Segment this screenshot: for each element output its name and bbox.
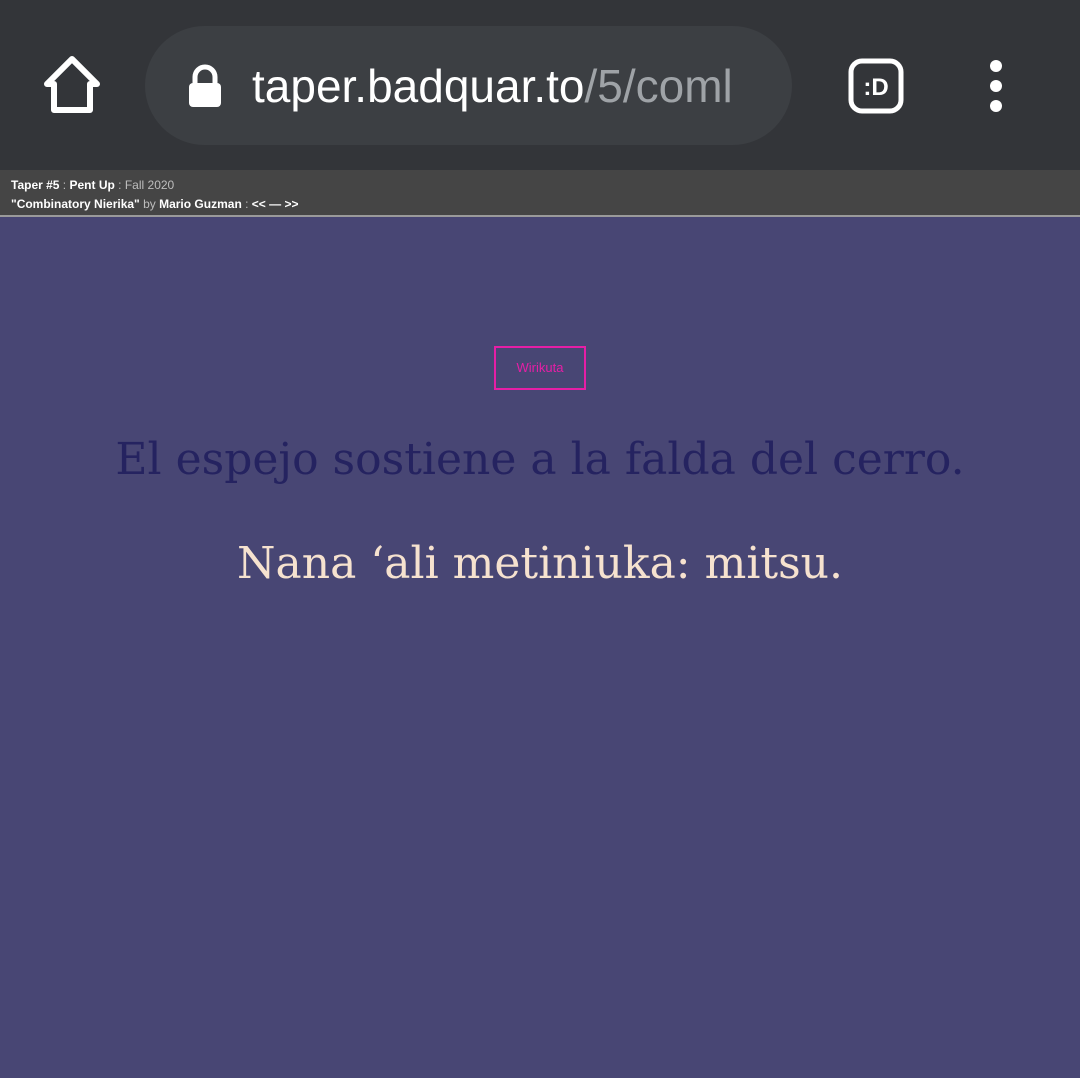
separator: : bbox=[59, 178, 70, 192]
home-icon bbox=[44, 56, 100, 113]
issue-info-bar: Taper #5 : Pent Up : Fall 2020 "Combinat… bbox=[0, 170, 1080, 217]
extension-icon: :D bbox=[848, 58, 904, 114]
by-text: by bbox=[139, 197, 160, 211]
url-path: /5/coml bbox=[584, 60, 733, 112]
issue-line: Taper #5 : Pent Up : Fall 2020 bbox=[11, 176, 1080, 195]
poem-page: Wirikuta El espejo sostiene a la falda d… bbox=[0, 217, 1080, 1078]
more-vert-icon bbox=[990, 60, 1002, 112]
address-bar[interactable]: taper.badquar.to/5/coml bbox=[145, 26, 792, 145]
home-button[interactable] bbox=[40, 52, 104, 118]
wirikuta-tag-button[interactable]: Wirikuta bbox=[494, 346, 586, 390]
lock-icon bbox=[189, 64, 221, 107]
separator: : bbox=[114, 178, 125, 192]
browser-toolbar: taper.badquar.to/5/coml :D bbox=[0, 0, 1080, 170]
poem-line-spanish: El espejo sostiene a la falda del cerro. bbox=[115, 434, 965, 485]
work-title: "Combinatory Nierika" bbox=[11, 197, 140, 211]
work-line: "Combinatory Nierika" by Mario Guzman : … bbox=[11, 195, 1080, 214]
url-host: taper.badquar.to bbox=[252, 60, 585, 112]
browser-screen: taper.badquar.to/5/coml :D Taper #5 : Pe… bbox=[0, 0, 1080, 1078]
url-text[interactable]: taper.badquar.to/5/coml bbox=[252, 54, 772, 118]
issue-title-link[interactable]: Pent Up bbox=[69, 178, 114, 192]
author-link[interactable]: Mario Guzman bbox=[159, 197, 242, 211]
poem-line-wixarika: Nana ‘ali metiniuka: mitsu. bbox=[237, 538, 843, 589]
overflow-menu-button[interactable] bbox=[980, 58, 1012, 114]
dash-link[interactable]: — bbox=[266, 197, 285, 211]
extension-label: :D bbox=[863, 74, 888, 101]
next-link[interactable]: >> bbox=[284, 197, 298, 211]
prev-link[interactable]: << bbox=[252, 197, 266, 211]
extension-button[interactable]: :D bbox=[848, 58, 904, 114]
separator: : bbox=[241, 197, 252, 211]
issue-link[interactable]: Taper #5 bbox=[11, 178, 59, 192]
issue-season: Fall 2020 bbox=[124, 178, 175, 192]
